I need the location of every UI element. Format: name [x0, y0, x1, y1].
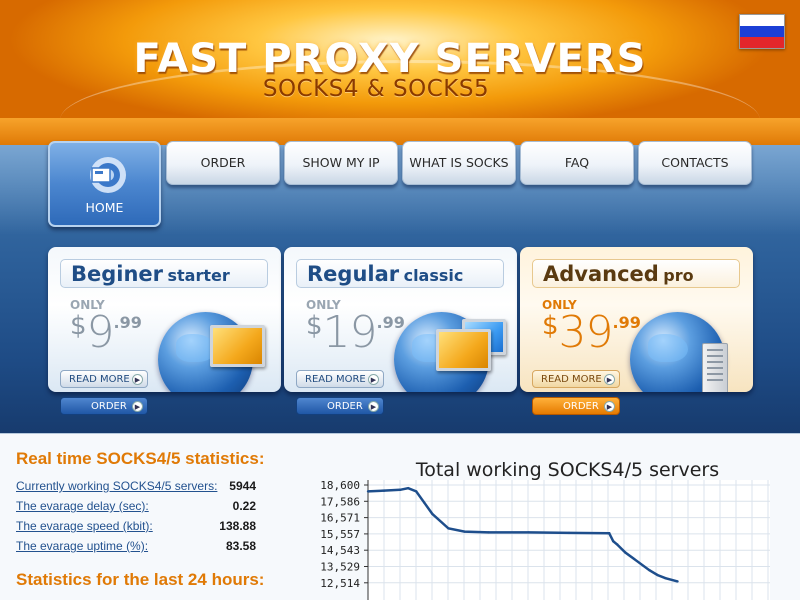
stat-uptime-link[interactable]: The evarage uptime (%):: [16, 539, 148, 553]
order-button-advanced[interactable]: ORDER ▶: [532, 397, 620, 415]
chart-data-point: [366, 490, 370, 493]
plan-name: Advanced: [543, 262, 659, 286]
nav-what-is-socks-button[interactable]: WHAT IS SOCKS: [402, 141, 516, 185]
chart-y-tick-label: 16,571: [320, 512, 360, 525]
chart-y-tick-label: 14,543: [320, 544, 360, 557]
chart-data-point: [415, 490, 418, 493]
chart-y-tick-label: 18,600: [320, 479, 360, 492]
statistics-24h-title: Statistics for the last 24 hours:: [16, 570, 265, 589]
stat-delay-link[interactable]: The evarage delay (sec):: [16, 499, 149, 513]
servers-line-chart: 18,600 17,586 16,571 15,557 14,543 13,529 12,5…: [320, 479, 770, 600]
plan-tier: pro: [663, 266, 694, 285]
site-header: FAST PROXY SERVERS SOCKS4 & SOCKS5: [0, 0, 800, 145]
read-more-button-regular[interactable]: READ MORE ▶: [296, 370, 384, 388]
chart-data-point: [527, 531, 530, 534]
chart-data-point: [407, 487, 410, 490]
stat-value: 5944: [229, 479, 256, 493]
chart-y-tick-label: 12,514: [320, 577, 360, 590]
arrow-right-icon: ▶: [368, 401, 379, 412]
chart-data-point: [624, 551, 627, 554]
chart-data-point: [567, 531, 571, 535]
stat-value: 83.58: [225, 539, 256, 553]
monitor-icon: [210, 325, 265, 367]
chart-data-point: [656, 573, 659, 577]
order-button-beginer[interactable]: ORDER ▶: [60, 397, 148, 415]
stat-row: The evarage speed (kbit): 138.88: [16, 519, 256, 535]
plan-header: Advanced pro: [532, 259, 740, 288]
chart-plot-area: [368, 480, 770, 600]
nav-contacts-button[interactable]: CONTACTS: [638, 141, 752, 185]
arrow-right-icon: ▶: [132, 374, 143, 385]
russian-flag-icon[interactable]: [739, 14, 785, 49]
plan-header: Beginer starter: [60, 259, 268, 288]
server-tower-icon: [702, 343, 728, 392]
chart-y-tick-label: 17,586: [320, 495, 360, 508]
home-icon: [90, 157, 126, 193]
arrow-right-icon: ▶: [132, 401, 143, 412]
chart-data-point: [431, 512, 434, 516]
nav-order-button[interactable]: ORDER: [166, 141, 280, 185]
site-subtitle: SOCKS4 & SOCKS5: [262, 76, 490, 102]
chart-data-point: [398, 488, 402, 492]
stat-row: The evarage uptime (%): 83.58: [16, 539, 256, 555]
chart-data-point: [487, 531, 490, 534]
read-more-button-beginer[interactable]: READ MORE ▶: [60, 370, 148, 388]
arrow-right-icon: ▶: [604, 401, 615, 412]
chart-data-point: [608, 532, 611, 535]
nav-faq-button[interactable]: FAQ: [520, 141, 634, 185]
chart-data-point: [447, 527, 450, 530]
stat-speed-link[interactable]: The evarage speed (kbit):: [16, 519, 153, 533]
stat-working-servers-link[interactable]: Currently working SOCKS4/5 servers:: [16, 479, 217, 493]
statistics-title: Real time SOCKS4/5 statistics:: [16, 449, 265, 468]
stat-row: Currently working SOCKS4/5 servers: 5944: [16, 479, 256, 495]
arrow-right-icon: ▶: [604, 374, 615, 385]
arrow-right-icon: ▶: [368, 374, 379, 385]
stat-row: The evarage delay (sec): 0.22: [16, 499, 256, 515]
chart-data-point: [382, 489, 386, 492]
chart-data-point: [648, 568, 651, 572]
nav-show-my-ip-button[interactable]: SHOW MY IP: [284, 141, 398, 185]
chart-y-tick-label: 15,557: [320, 528, 360, 541]
plan-header: Regular classic: [296, 259, 504, 288]
chart-data-point: [676, 580, 679, 583]
chart-data-point: [612, 540, 615, 543]
chart-data-point: [616, 543, 619, 546]
plan-price: $39.99: [542, 307, 641, 358]
stat-value: 0.22: [232, 499, 256, 513]
chart-data-point: [664, 577, 667, 580]
stat-value: 138.88: [219, 519, 256, 533]
plan-tier: classic: [403, 266, 464, 285]
plan-price: $19.99: [306, 307, 405, 358]
chart-y-tick-label: 13,529: [320, 560, 360, 573]
chart-data-point: [463, 530, 466, 533]
nav-home-label: HOME: [85, 200, 124, 215]
monitor-icon: [436, 329, 491, 371]
read-more-button-advanced[interactable]: READ MORE ▶: [532, 370, 620, 388]
nav-home-button[interactable]: HOME: [48, 141, 161, 227]
chart-data-point: [423, 501, 426, 504]
plan-tier: starter: [167, 266, 230, 285]
plan-price: $9.99: [70, 307, 142, 358]
plan-name: Beginer: [71, 262, 164, 286]
plan-name: Regular: [307, 262, 400, 286]
order-button-regular[interactable]: ORDER ▶: [296, 397, 384, 415]
